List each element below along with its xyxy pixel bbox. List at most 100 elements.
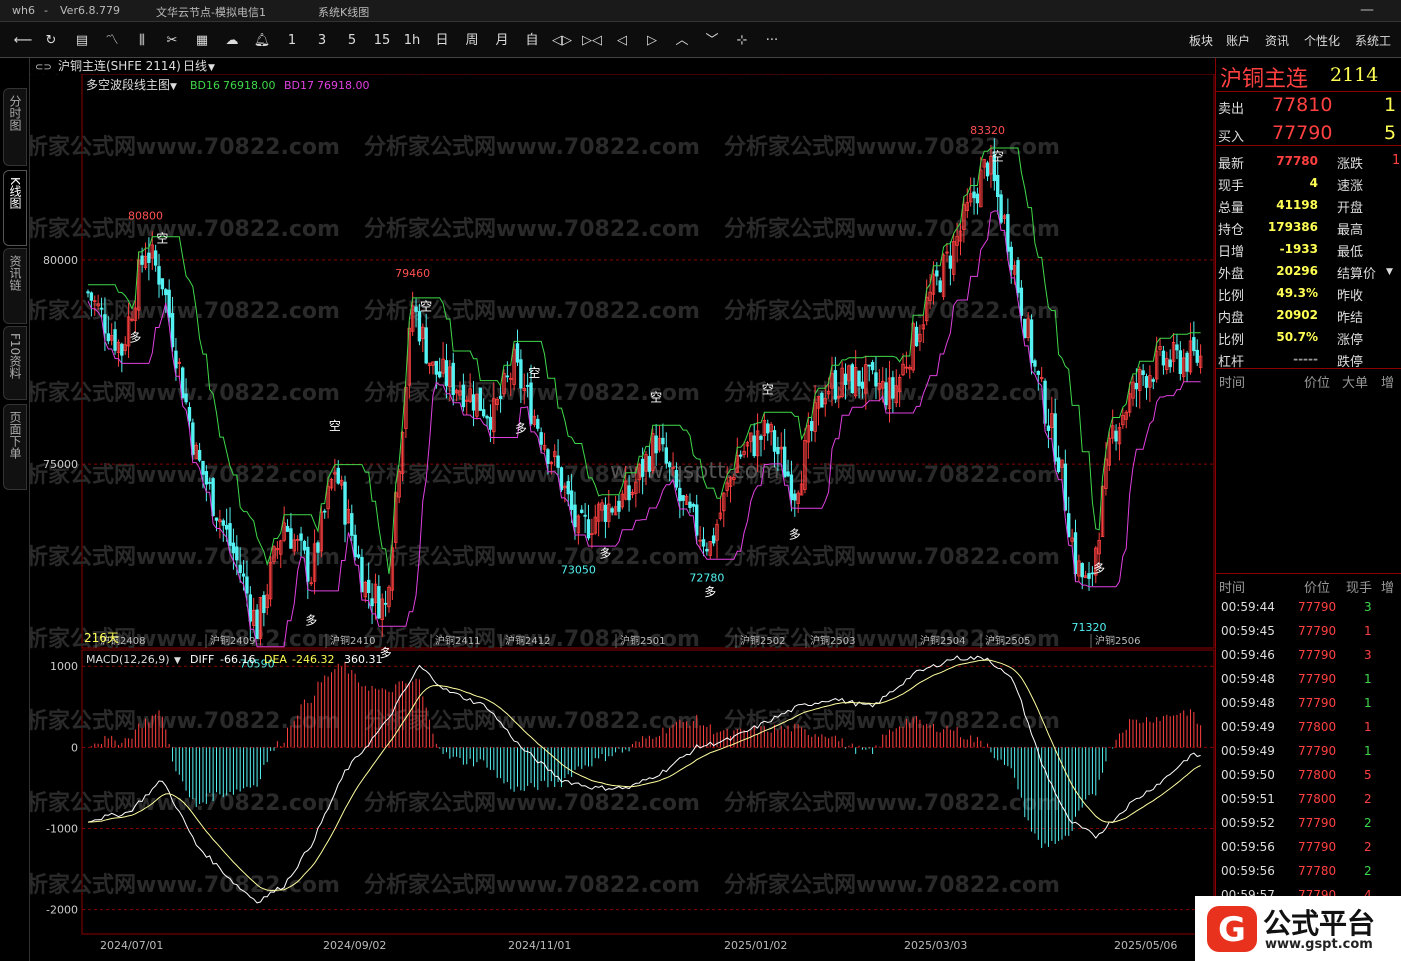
bigorder-col-volume: 大单 [1342, 376, 1369, 391]
candle-body [546, 449, 550, 464]
period-1h[interactable]: 1h [401, 31, 423, 51]
candle-body [1114, 430, 1118, 442]
crosshair-icon[interactable]: ⊹ [731, 31, 753, 51]
bell-icon[interactable]: 🔔︎ [251, 31, 273, 51]
signal-label: 多 [129, 330, 141, 344]
period-5min[interactable]: 5 [341, 31, 363, 51]
candle-body [1185, 352, 1189, 372]
price-extreme-label: 73050 [561, 564, 596, 577]
back-icon[interactable]: ⟵ [12, 31, 34, 51]
cloud-icon[interactable]: ☁ [221, 31, 243, 51]
period-15min[interactable]: 15 [371, 31, 393, 51]
candle-body [350, 513, 354, 536]
candle-body [1023, 318, 1027, 339]
period-week[interactable]: 周 [461, 31, 483, 51]
left-icon[interactable]: ◁ [611, 31, 633, 51]
tick-row[interactable]: 00:59:44 77790 3 [1216, 597, 1401, 619]
refresh-icon[interactable]: ↻ [40, 31, 62, 51]
menu-account[interactable]: 账户 [1226, 32, 1250, 49]
tick-row[interactable]: 00:59:56 77790 2 [1216, 837, 1401, 859]
days-count-label: 216天 [84, 631, 119, 645]
stat-right-label: 开盘 [1337, 201, 1364, 216]
candle-body [820, 392, 824, 408]
tick-row[interactable]: 00:59:52 77790 2 [1216, 813, 1401, 835]
custom-period-button[interactable]: 自 [521, 31, 543, 51]
logo-title: 公式平台 [1263, 907, 1376, 940]
period-day[interactable]: 日 [431, 31, 453, 51]
tick-volume: 2 [1364, 840, 1372, 854]
menu-personalize[interactable]: 个性化 [1304, 32, 1340, 49]
zoom-out-icon[interactable]: ▷◁ [581, 31, 603, 51]
period-3min[interactable]: 3 [311, 31, 333, 51]
candle-body [661, 437, 665, 445]
zoom-in-icon[interactable]: ◁▷ [551, 31, 573, 51]
tab-kline[interactable]: K线图 [3, 170, 27, 246]
candle-body [1033, 360, 1037, 367]
watermark-text: 分析家公式网www.70822.com [364, 544, 700, 570]
candle-body [647, 456, 652, 472]
tick-row[interactable]: 00:59:45 77790 1 [1216, 621, 1401, 643]
tick-row[interactable]: 00:59:56 77780 2 [1216, 861, 1401, 883]
quote-stat-row: 现手 4 速涨 [1216, 172, 1401, 194]
candle-body [106, 333, 110, 342]
price-extreme-label: 79460 [395, 267, 430, 280]
candle-body [89, 292, 94, 301]
tick-volume: 1 [1364, 696, 1372, 710]
candle-body [505, 375, 510, 378]
quote-symbol-name: 沪铜主连 [1220, 67, 1309, 92]
candle-body [688, 501, 692, 508]
candle-icon[interactable]: ⫼ [131, 31, 153, 51]
tab-order[interactable]: 页面下单 [3, 404, 27, 490]
contract-label: 沪铜2501 [620, 634, 665, 647]
tick-row[interactable]: 00:59:46 77790 3 [1216, 645, 1401, 667]
board-icon[interactable]: ▦ [191, 31, 213, 51]
menu-system-tools[interactable]: 系统工 [1355, 32, 1391, 49]
candle-body [353, 534, 357, 558]
tab-f10[interactable]: F10资料 [3, 326, 27, 400]
watermark-text: 分析家公式网www.70822.com [30, 708, 340, 734]
tick-volume: 1 [1364, 672, 1372, 686]
menu-news[interactable]: 资讯 [1265, 32, 1289, 49]
candle-body [170, 313, 175, 348]
line-chart-icon[interactable]: 〽 [101, 31, 123, 51]
price-extreme-label: 80800 [128, 210, 163, 223]
stat-value: -1933 [1279, 242, 1318, 256]
ask-price: 77810 [1272, 94, 1333, 116]
candle-body [515, 343, 520, 363]
more-icon[interactable]: ··· [761, 31, 783, 51]
candle-body [434, 360, 439, 375]
tick-row[interactable]: 00:59:49 77790 1 [1216, 741, 1401, 763]
up-icon[interactable]: ︿ [671, 31, 693, 51]
period-month[interactable]: 月 [491, 31, 513, 51]
tick-row[interactable]: 00:59:48 77790 1 [1216, 669, 1401, 691]
tick-price: 77800 [1298, 792, 1337, 806]
candle-body [221, 520, 225, 526]
tick-row[interactable]: 00:59:51 77800 2 [1216, 789, 1401, 811]
down-icon[interactable]: ﹀ [701, 31, 723, 51]
macd-dea-label: DEA [264, 653, 287, 666]
watermark-text: 分析家公式网www.70822.com [364, 216, 700, 242]
candle-body [438, 371, 442, 378]
stat-value: ----- [1293, 352, 1318, 366]
candle-body [167, 289, 171, 318]
tick-row[interactable]: 00:59:49 77800 1 [1216, 717, 1401, 739]
settle-dropdown-icon[interactable]: ▼ [1386, 267, 1393, 277]
stat-right-label: 结算价 [1337, 267, 1377, 282]
chart-area[interactable]: 分析家公式网www.70822.com 分析家公式网www.70822.com 分析… [30, 58, 1215, 961]
tick-volume: 3 [1364, 600, 1372, 614]
macd-axis-label: 0 [71, 741, 78, 754]
minimize-icon[interactable]: — [1360, 2, 1374, 18]
menu-sector[interactable]: 板块 [1189, 32, 1213, 49]
tick-row[interactable]: 00:59:48 77790 1 [1216, 693, 1401, 715]
candle-body [559, 467, 564, 491]
tab-timeshare[interactable]: 分时图 [3, 88, 27, 166]
candle-body [914, 326, 919, 347]
period-1min[interactable]: 1 [281, 31, 303, 51]
right-icon[interactable]: ▷ [641, 31, 663, 51]
tab-news-chain[interactable]: 资讯链 [3, 248, 27, 324]
table-icon[interactable]: ▤ [71, 31, 93, 51]
candle-body [860, 381, 865, 389]
indicator-icon[interactable]: ✂ [161, 31, 183, 51]
kline-chart[interactable]: 分析家公式网www.70822.com 分析家公式网www.70822.com 分析… [30, 58, 1215, 961]
tick-row[interactable]: 00:59:50 77800 5 [1216, 765, 1401, 787]
